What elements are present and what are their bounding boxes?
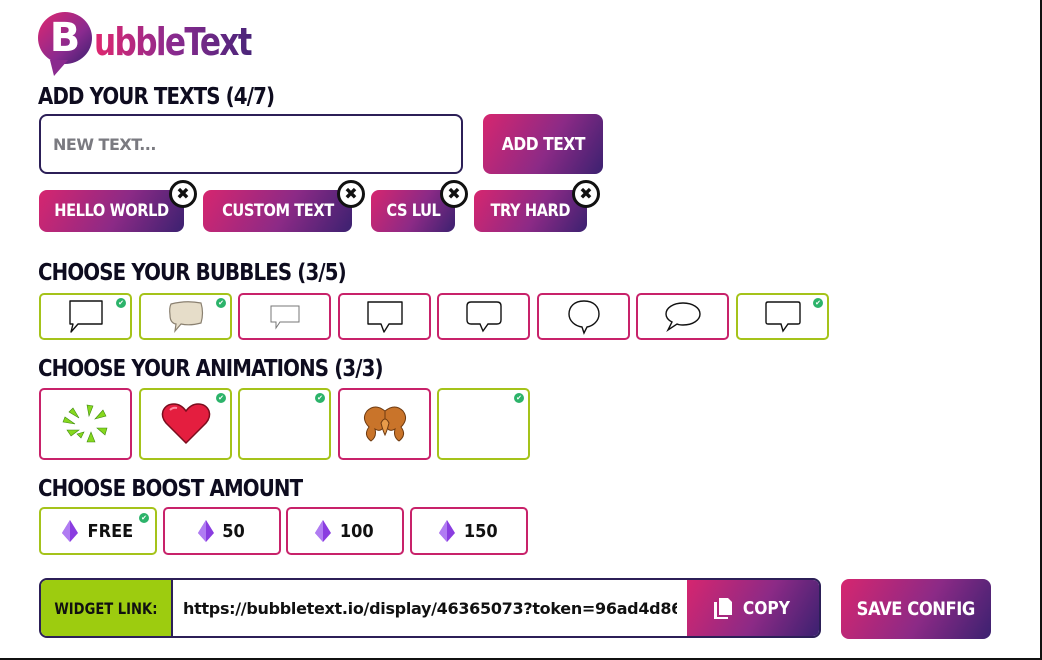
- boost-value: 150: [464, 520, 498, 542]
- oval-speech-bubble-icon: [664, 301, 701, 332]
- selected-check-icon: ✔: [813, 298, 823, 308]
- logo-speech-bubble-icon: B: [38, 12, 92, 76]
- copy-icon: [713, 598, 732, 619]
- boost-option-free[interactable]: FREE ✔: [39, 507, 157, 555]
- remove-chip-icon[interactable]: ✖: [440, 180, 468, 208]
- bubbles-section-title: CHOOSE YOUR BUBBLES (3/5): [38, 260, 347, 286]
- purple-gem-icon: [439, 520, 456, 542]
- boost-option-100[interactable]: 100: [286, 507, 404, 555]
- boost-option-150[interactable]: 150: [410, 507, 528, 555]
- bubble-option-8[interactable]: ✔: [736, 293, 829, 340]
- logo-wordmark: ubbleText: [94, 20, 253, 64]
- new-text-input[interactable]: [39, 114, 463, 174]
- text-chip-label: HELLO WORLD: [54, 201, 169, 221]
- bubble-option-2[interactable]: ✔: [139, 293, 232, 340]
- widget-link-label-text: WIDGET LINK:: [54, 598, 158, 618]
- add-text-button[interactable]: ADD TEXT: [483, 114, 603, 174]
- hair-swirl-icon: [363, 406, 406, 442]
- green-burst-icon: [62, 404, 107, 443]
- boost-option-50[interactable]: 50: [163, 507, 281, 555]
- text-chip-custom-text: CUSTOM TEXT ✖: [203, 180, 365, 232]
- bubble-option-6[interactable]: [537, 293, 630, 340]
- bubble-option-4[interactable]: [338, 293, 431, 340]
- logo-letter: B: [49, 15, 81, 61]
- remove-chip-icon[interactable]: ✖: [337, 180, 365, 208]
- boost-section-title: CHOOSE BOOST AMOUNT: [38, 476, 303, 502]
- boost-value: FREE: [87, 520, 133, 542]
- animations-section-title: CHOOSE YOUR ANIMATIONS (3/3): [38, 356, 384, 382]
- text-chip-label: CS LUL: [385, 201, 441, 221]
- speech-bubble-right-tail-icon: [764, 300, 801, 333]
- paper-bubble-icon: [168, 300, 203, 333]
- boost-value: 100: [340, 520, 374, 542]
- text-chip-label: TRY HARD: [490, 201, 571, 221]
- copy-button-label: COPY: [742, 597, 790, 619]
- widget-url-field[interactable]: [173, 580, 687, 636]
- speech-bubble-left-tail-icon: [68, 299, 103, 333]
- add-text-button-label: ADD TEXT: [501, 133, 585, 155]
- animation-option-1[interactable]: [39, 388, 132, 460]
- round-speech-bubble-icon: [567, 299, 600, 335]
- widget-link-bar: WIDGET LINK: COPY: [39, 578, 821, 638]
- text-chip-try-hard: TRY HARD ✖: [474, 180, 600, 232]
- copy-button[interactable]: COPY: [687, 580, 819, 636]
- purple-gem-icon: [315, 520, 332, 542]
- purple-gem-icon: [61, 520, 78, 542]
- thin-speech-bubble-icon: [270, 305, 299, 330]
- remove-chip-icon[interactable]: ✖: [169, 180, 197, 208]
- widget-link-label: WIDGET LINK:: [41, 580, 173, 636]
- selected-check-icon: ✔: [514, 393, 524, 403]
- animation-option-5[interactable]: ✔: [437, 388, 530, 460]
- brand-logo: B ubbleText: [38, 12, 286, 76]
- selected-check-icon: ✔: [216, 393, 226, 403]
- animation-option-4[interactable]: [338, 388, 431, 460]
- pixel-heart-icon: [161, 403, 210, 445]
- bubble-option-3[interactable]: [238, 293, 331, 340]
- boost-value: 50: [222, 520, 246, 542]
- animation-option-3[interactable]: ✔: [238, 388, 331, 460]
- selected-check-icon: ✔: [216, 298, 226, 308]
- selected-check-icon: ✔: [315, 393, 325, 403]
- speech-bubble-center-tail-icon: [366, 300, 403, 333]
- save-config-label: SAVE CONFIG: [856, 598, 976, 620]
- remove-chip-icon[interactable]: ✖: [572, 180, 600, 208]
- purple-gem-icon: [198, 520, 215, 542]
- bubble-option-1[interactable]: ✔: [39, 293, 132, 340]
- rounded-speech-bubble-icon: [465, 300, 502, 332]
- bubble-option-5[interactable]: [437, 293, 530, 340]
- texts-section-title: ADD YOUR TEXTS (4/7): [38, 84, 275, 110]
- text-chip-hello-world: HELLO WORLD ✖: [39, 180, 197, 232]
- selected-check-icon: ✔: [116, 298, 126, 308]
- text-chip-label: CUSTOM TEXT: [221, 201, 334, 221]
- selected-check-icon: ✔: [139, 513, 149, 523]
- animation-option-2[interactable]: ✔: [139, 388, 232, 460]
- save-config-button[interactable]: SAVE CONFIG: [841, 579, 991, 639]
- text-chip-cs-lul: CS LUL ✖: [371, 180, 468, 232]
- bubble-option-7[interactable]: [636, 293, 729, 340]
